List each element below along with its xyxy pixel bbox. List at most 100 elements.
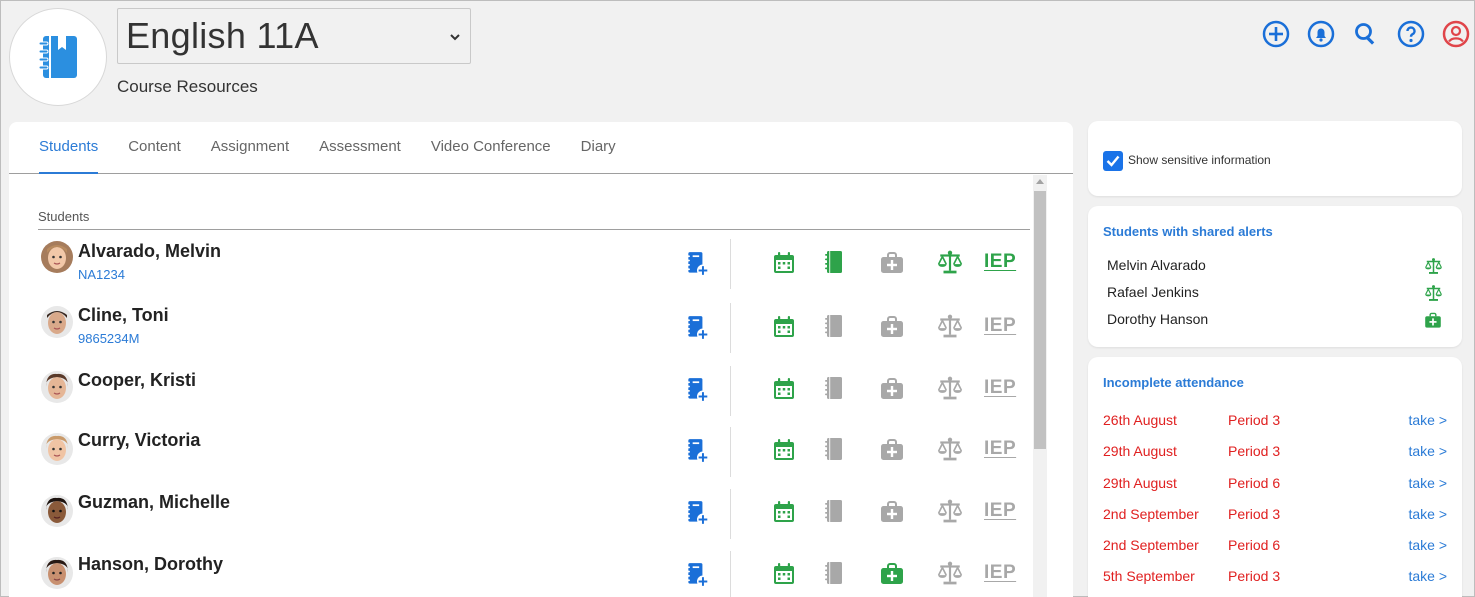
table-row: Cline, Toni 9865234M IEP	[38, 297, 1030, 359]
course-select[interactable]: English 11A	[117, 8, 471, 64]
take-attendance-link[interactable]: take >	[1408, 568, 1447, 584]
student-name[interactable]: Cooper, Kristi	[78, 370, 196, 391]
checkmark-icon	[1106, 155, 1120, 167]
scrollbar[interactable]	[1033, 175, 1047, 597]
user-account-icon[interactable]	[1441, 19, 1470, 48]
scales-icon[interactable]	[936, 248, 964, 276]
calendar-icon[interactable]	[770, 375, 798, 403]
student-name[interactable]: Hanson, Dorothy	[78, 554, 223, 575]
student-name[interactable]: Guzman, Michelle	[78, 492, 230, 513]
page-subtitle: Course Resources	[117, 77, 258, 96]
calendar-icon[interactable]	[770, 249, 798, 277]
medical-kit-icon[interactable]	[878, 313, 906, 341]
attendance-period: Period 6	[1228, 475, 1281, 491]
notebook-add-icon[interactable]	[683, 499, 711, 527]
scales-icon[interactable]	[936, 497, 964, 525]
avatar	[41, 241, 73, 273]
notebook-add-icon[interactable]	[683, 250, 711, 278]
scales-icon[interactable]	[936, 312, 964, 340]
notebook-icon[interactable]	[820, 248, 848, 276]
student-id[interactable]: NA1234	[78, 267, 125, 282]
scroll-up-arrow-icon[interactable]	[1036, 179, 1044, 184]
take-attendance-link[interactable]: take >	[1408, 537, 1447, 553]
medical-kit-icon[interactable]	[878, 498, 906, 526]
take-attendance-link[interactable]: take >	[1408, 443, 1447, 459]
take-attendance-link[interactable]: take >	[1408, 475, 1447, 491]
notebook-icon[interactable]	[820, 559, 848, 587]
calendar-icon[interactable]	[770, 560, 798, 588]
student-id[interactable]: 9865234M	[78, 331, 139, 346]
notebook-icon[interactable]	[820, 374, 848, 402]
row-divider	[730, 303, 731, 353]
table-row: Guzman, Michelle IEP	[38, 483, 1030, 545]
avatar	[41, 557, 73, 589]
course-select-value: English 11A	[126, 15, 319, 56]
tab-diary[interactable]: Diary	[581, 122, 616, 174]
tab-content[interactable]: Content	[128, 122, 181, 174]
medical-kit-icon[interactable]	[878, 560, 906, 588]
scrollbar-thumb[interactable]	[1034, 191, 1046, 449]
iep-link[interactable]: IEP	[984, 562, 1016, 584]
scales-icon[interactable]	[936, 559, 964, 587]
medical-kit-icon[interactable]	[878, 375, 906, 403]
scales-icon[interactable]	[936, 374, 964, 402]
bell-icon[interactable]	[1306, 19, 1335, 48]
medical-kit-icon[interactable]	[878, 249, 906, 277]
table-row: Curry, Victoria IEP	[38, 421, 1030, 483]
sensitive-info-label[interactable]: Show sensitive information	[1128, 153, 1271, 167]
avatar	[41, 371, 73, 403]
table-row: Alvarado, Melvin NA1234 IEP	[38, 233, 1030, 295]
tab-assignment[interactable]: Assignment	[211, 122, 289, 174]
medical-kit-icon	[1423, 310, 1443, 330]
notebook-add-icon[interactable]	[683, 437, 711, 465]
row-divider	[730, 427, 731, 477]
calendar-icon[interactable]	[770, 436, 798, 464]
tab-assessment[interactable]: Assessment	[319, 122, 401, 174]
tab-students[interactable]: Students	[39, 122, 99, 174]
student-name[interactable]: Cline, Toni	[78, 305, 169, 326]
notebook-add-icon[interactable]	[683, 314, 711, 342]
student-name[interactable]: Alvarado, Melvin	[78, 241, 221, 262]
iep-link[interactable]: IEP	[984, 251, 1016, 273]
add-circle-icon[interactable]	[1261, 19, 1290, 48]
avatar	[41, 433, 73, 465]
notebook-icon[interactable]	[820, 497, 848, 525]
iep-link[interactable]: IEP	[984, 500, 1016, 522]
help-icon[interactable]	[1396, 19, 1425, 48]
alert-student-name[interactable]: Melvin Alvarado	[1107, 257, 1206, 273]
row-divider	[730, 489, 731, 539]
table-row: Cooper, Kristi IEP	[38, 360, 1030, 422]
sensitive-info-checkbox[interactable]	[1103, 151, 1123, 171]
iep-link[interactable]: IEP	[984, 377, 1016, 399]
medical-kit-icon[interactable]	[878, 436, 906, 464]
calendar-icon[interactable]	[770, 313, 798, 341]
tab-video-conference[interactable]: Video Conference	[431, 122, 551, 174]
notebook-icon[interactable]	[820, 312, 848, 340]
attendance-period: Period 3	[1228, 568, 1281, 584]
take-attendance-link[interactable]: take >	[1408, 506, 1447, 522]
notebook-add-icon[interactable]	[683, 376, 711, 404]
sensitive-info-card: Show sensitive information	[1088, 121, 1462, 196]
iep-link[interactable]: IEP	[984, 438, 1016, 460]
calendar-icon[interactable]	[770, 498, 798, 526]
scales-icon	[1423, 283, 1443, 303]
attendance-period: Period 3	[1228, 412, 1281, 428]
incomplete-attendance-title: Incomplete attendance	[1103, 375, 1244, 390]
avatar	[41, 306, 73, 338]
students-section-label: Students	[38, 209, 1030, 230]
alert-student-name[interactable]: Dorothy Hanson	[1107, 311, 1208, 327]
main-panel: Students Content Assignment Assessment V…	[9, 122, 1073, 597]
alert-student-name[interactable]: Rafael Jenkins	[1107, 284, 1199, 300]
row-divider	[730, 551, 731, 597]
student-name[interactable]: Curry, Victoria	[78, 430, 200, 451]
shared-alerts-card: Students with shared alerts Melvin Alvar…	[1088, 206, 1462, 347]
iep-link[interactable]: IEP	[984, 315, 1016, 337]
search-icon[interactable]	[1351, 19, 1380, 48]
scales-icon[interactable]	[936, 435, 964, 463]
attendance-period: Period 6	[1228, 537, 1281, 553]
notebook-icon[interactable]	[820, 435, 848, 463]
course-logo	[9, 8, 107, 106]
take-attendance-link[interactable]: take >	[1408, 412, 1447, 428]
incomplete-attendance-card: Incomplete attendance 26th August Period…	[1088, 357, 1462, 597]
notebook-add-icon[interactable]	[683, 561, 711, 589]
